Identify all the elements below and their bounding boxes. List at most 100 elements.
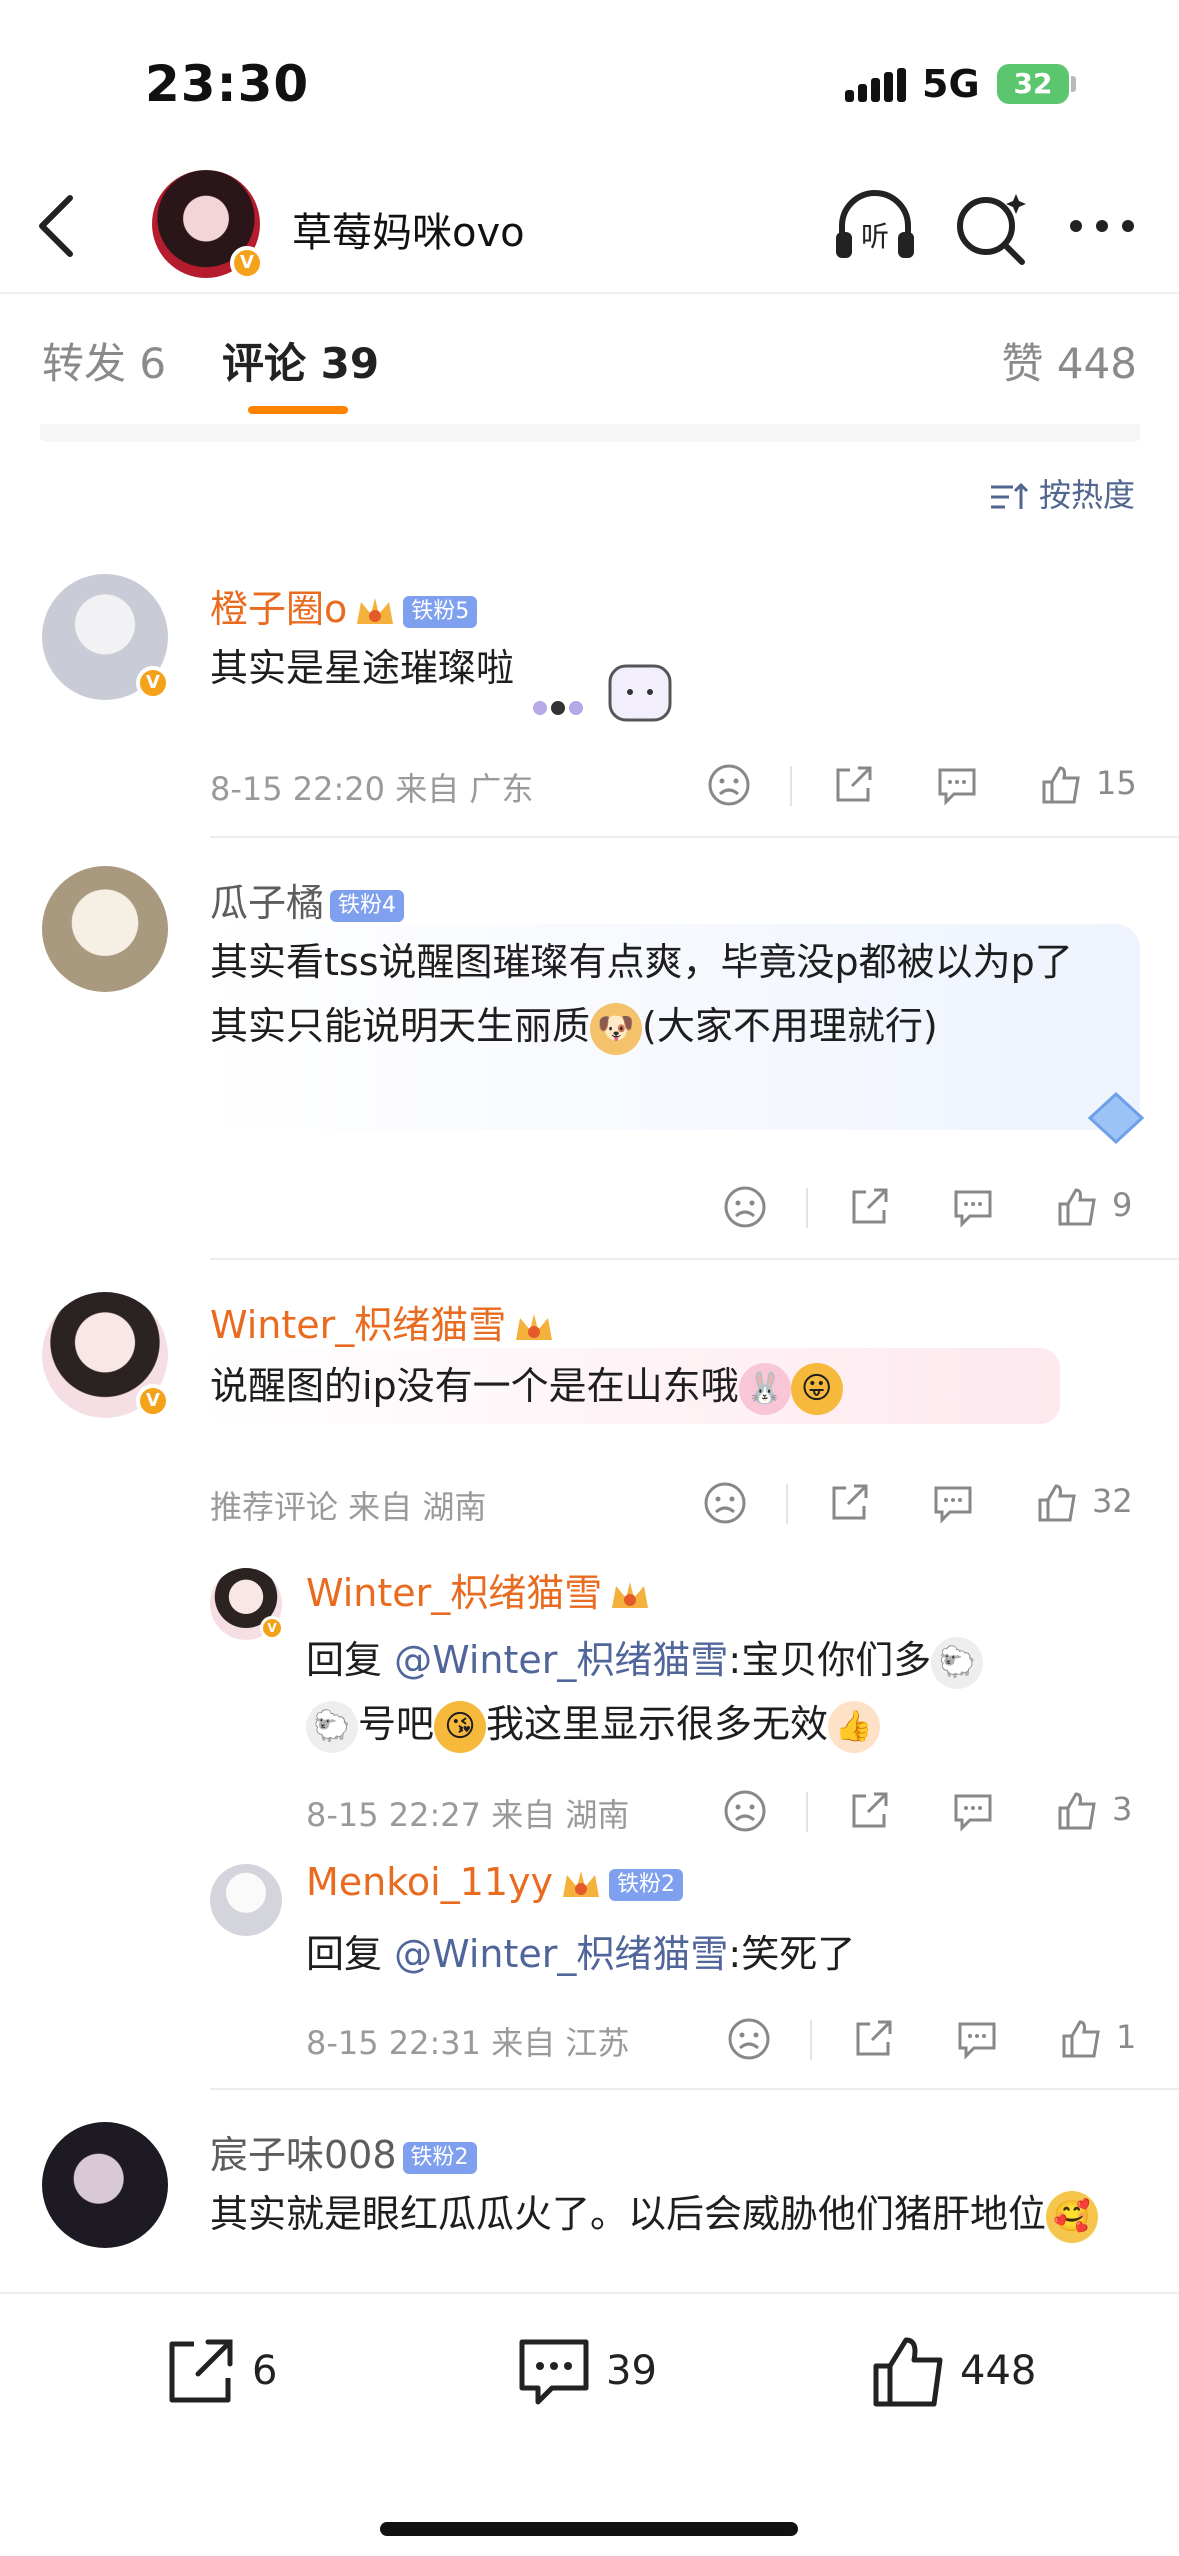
author-avatar[interactable]: V (152, 170, 264, 280)
comment-button[interactable]: 39 (514, 2332, 714, 2422)
status-bar: 23:30 5G 32 (0, 0, 1179, 160)
comment-meta: 8-15 22:20 来自 广东 (210, 770, 534, 808)
bunny-sticker (533, 664, 672, 722)
fan-badge: 铁粉5 (403, 595, 478, 628)
reply-actions: 1 (726, 2016, 1166, 2072)
author-name[interactable]: 草莓妈咪ovo (292, 200, 525, 258)
reply-icon[interactable] (934, 762, 980, 808)
fan-badge: 铁粉2 (402, 2141, 477, 2174)
share-icon (169, 2339, 233, 2403)
reply-icon[interactable] (930, 1480, 976, 1526)
like-icon[interactable] (1054, 1184, 1100, 1230)
fan-badge: 铁粉2 (609, 1868, 684, 1901)
reply-meta: 8-15 22:27 来自 湖南 (306, 1796, 630, 1834)
share-icon[interactable] (850, 2016, 896, 2062)
tab-active-indicator (248, 406, 348, 414)
kiss-emoji: 😘 (434, 1700, 487, 1753)
home-indicator (380, 2522, 798, 2536)
author-name: 橙子圈o (210, 587, 348, 631)
section-divider (40, 424, 1140, 442)
crown-icon (563, 1870, 600, 1897)
mention-link[interactable]: @Winter_枳绪猫雪 (394, 1638, 728, 1682)
tab-repost[interactable]: 转发 6 (42, 330, 166, 391)
sheep-emoji: 🐑 (306, 1700, 358, 1753)
avatar[interactable]: V (42, 574, 170, 700)
share-icon[interactable] (830, 762, 876, 808)
dislike-icon[interactable] (702, 1480, 748, 1526)
comment-text: 其实是星途璀璨啦 (210, 646, 515, 690)
avatar[interactable] (42, 2122, 168, 2248)
share-icon[interactable] (846, 1788, 892, 1834)
reply-text: 回复 @Winter_枳绪猫雪:笑死了 (306, 1932, 856, 1976)
comment-author[interactable]: 橙子圈o 铁粉5 (210, 578, 478, 633)
like-count: 15 (1096, 764, 1137, 802)
like-count: 3 (1112, 1790, 1133, 1828)
separator (806, 1188, 808, 1228)
comment-author[interactable]: 宸子味008 铁粉2 (210, 2124, 477, 2179)
dislike-icon[interactable] (706, 762, 752, 808)
comment-text: 说醒图的ip没有一个是在山东哦 🐰 😛 (210, 1354, 1110, 1418)
mention-link[interactable]: @Winter_枳绪猫雪 (394, 1932, 728, 1976)
signal-icon (845, 68, 906, 102)
bottom-action-bar: 6 39 448 (0, 2292, 1179, 2556)
reply-icon[interactable] (954, 2016, 1000, 2062)
separator (806, 1792, 808, 1832)
reply-icon[interactable] (950, 1184, 996, 1230)
share-icon[interactable] (826, 1480, 872, 1526)
verified-icon: V (260, 1616, 284, 1640)
like-icon[interactable] (1034, 1480, 1080, 1526)
sheep-emoji: 🐑 (931, 1636, 984, 1689)
reply-author[interactable]: Menkoi_11yy 铁粉2 (306, 1860, 684, 1905)
comment-actions: 9 (722, 1184, 1162, 1240)
comment-text: 其实就是眼红瓜瓜火了。以后会威胁他们猪肝地位 🥰 (210, 2182, 1110, 2246)
verified-icon: V (136, 666, 170, 700)
reply-avatar[interactable] (210, 1864, 282, 1936)
search-icon[interactable] (946, 182, 1036, 272)
dislike-icon[interactable] (726, 2016, 772, 2062)
comment-author[interactable]: 瓜子橘 铁粉4 (210, 872, 405, 927)
separator (786, 1484, 788, 1524)
share-icon[interactable] (846, 1184, 892, 1230)
separator (810, 2020, 812, 2060)
author-name: 瓜子橘 (210, 881, 325, 925)
sort-button[interactable]: 按热度 (989, 470, 1135, 516)
more-icon[interactable] (1062, 182, 1152, 272)
reply-author[interactable]: Winter_枳绪猫雪 (306, 1562, 652, 1617)
comment-icon (519, 2339, 589, 2405)
comment-actions: 15 (706, 762, 1146, 818)
battery-icon: 32 (997, 64, 1069, 104)
love-emoji: 🥰 (1046, 2190, 1099, 2243)
listen-icon[interactable]: 听 (830, 182, 920, 272)
comment-actions: 32 (702, 1480, 1142, 1536)
doge-emoji: 🐶 (590, 1002, 643, 1055)
dislike-icon[interactable] (722, 1184, 768, 1230)
reply-icon[interactable] (950, 1788, 996, 1834)
like-icon (873, 2337, 943, 2407)
diamond-icon (1087, 1091, 1145, 1145)
dislike-icon[interactable] (722, 1788, 768, 1834)
repost-button[interactable]: 6 (160, 2332, 330, 2422)
like-icon[interactable] (1038, 762, 1084, 808)
thumbs-up-emoji: 👍 (828, 1700, 881, 1753)
author-name: Winter_枳绪猫雪 (210, 1303, 507, 1347)
comment-text: 其实看tss说醒图璀璨有点爽，毕竟没p都被以为p了其实只能说明天生丽质 🐶 (大家不… (210, 930, 1110, 1058)
tab-likes[interactable]: 赞 448 (1001, 330, 1137, 391)
comment-item: 宸子味008 铁粉2 其实就是眼红瓜瓜火了。以后会威胁他们猪肝地位 🥰 (0, 2118, 1179, 2292)
like-icon[interactable] (1054, 1788, 1100, 1834)
avatar[interactable]: V (42, 1292, 170, 1418)
tab-bar: 转发 6 评论 39 赞 448 (0, 294, 1179, 424)
comment-count: 39 (606, 2348, 657, 2394)
back-icon[interactable] (28, 190, 88, 262)
crown-icon (516, 1313, 553, 1340)
avatar[interactable] (42, 866, 168, 992)
like-button[interactable]: 448 (868, 2332, 1088, 2422)
comment-author[interactable]: Winter_枳绪猫雪 (210, 1294, 556, 1349)
separator (790, 766, 792, 806)
author-name: 宸子味008 (210, 2133, 397, 2177)
network-type: 5G (922, 62, 980, 106)
tab-comment[interactable]: 评论 39 (222, 330, 379, 391)
reply-avatar[interactable]: V (210, 1568, 284, 1640)
crown-icon (612, 1581, 649, 1608)
like-count: 32 (1092, 1482, 1133, 1520)
like-icon[interactable] (1058, 2016, 1104, 2062)
